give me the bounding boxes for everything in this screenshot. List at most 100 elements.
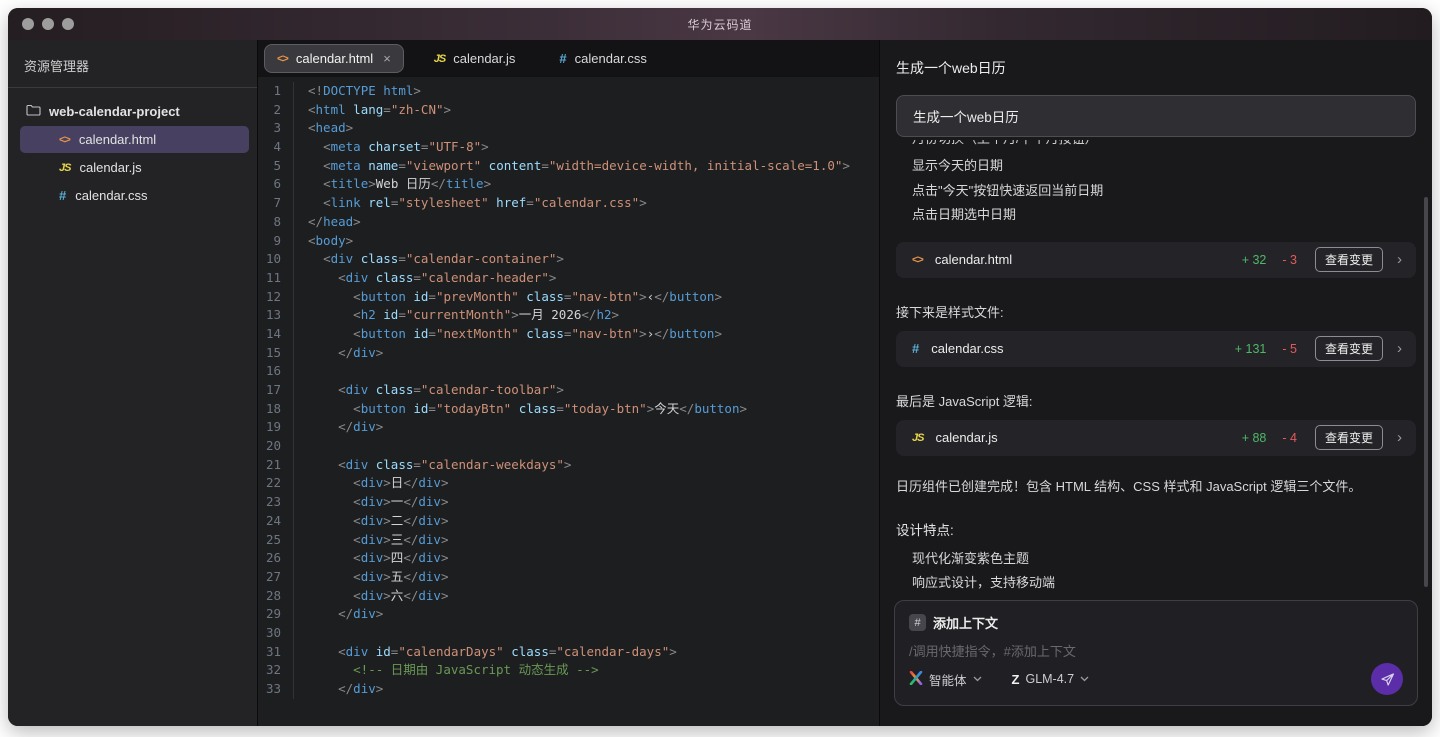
completion-text: 日历组件已创建完成！包含 HTML 结构、CSS 样式和 JavaScript …	[896, 477, 1416, 497]
model-label: GLM-4.7	[1025, 672, 1074, 686]
code-line[interactable]: 24 <div>二</div>	[258, 512, 879, 531]
file-change-card-css[interactable]: # calendar.css + 131 - 5 查看变更 ›	[896, 331, 1416, 367]
view-changes-button[interactable]: 查看变更	[1315, 247, 1383, 272]
code-line[interactable]: 8</head>	[258, 213, 879, 232]
file-name: calendar.js	[79, 160, 141, 175]
html-file-icon: <>	[59, 134, 70, 146]
calendar-feature-list: 显示今天的日期 点击"今天"按钮快速返回当前日期 点击日期选中日期	[896, 154, 1416, 228]
code-line[interactable]: 19 </div>	[258, 418, 879, 437]
chevron-right-icon[interactable]: ›	[1393, 429, 1406, 446]
code-line[interactable]: 2<html lang="zh-CN">	[258, 101, 879, 120]
app-window: 华为云码道 资源管理器 web-calendar-project <> cale…	[8, 8, 1432, 726]
code-line[interactable]: 20	[258, 437, 879, 456]
explorer-title: 资源管理器	[8, 52, 257, 87]
code-line[interactable]: 23 <div>一</div>	[258, 493, 879, 512]
js-file-icon: JS	[59, 162, 70, 174]
code-line[interactable]: 18 <button id="todayBtn" class="today-bt…	[258, 400, 879, 419]
code-line[interactable]: 28 <div>六</div>	[258, 587, 879, 606]
code-line[interactable]: 11 <div class="calendar-header">	[258, 269, 879, 288]
code-line[interactable]: 10 <div class="calendar-container">	[258, 250, 879, 269]
editor-tab-bar: <> calendar.html × JS calendar.js # cale…	[258, 40, 879, 77]
design-features-title: 设计特点:	[896, 519, 1416, 539]
tab-calendar-css[interactable]: # calendar.css	[537, 40, 669, 77]
folder-item-web-calendar-project[interactable]: web-calendar-project	[8, 98, 257, 125]
code-line[interactable]: 13 <h2 id="currentMonth">一月 2026</h2>	[258, 306, 879, 325]
chevron-right-icon[interactable]: ›	[1393, 340, 1406, 357]
close-tab-icon[interactable]: ×	[383, 51, 391, 66]
sidebar-item-calendar-js[interactable]: JS calendar.js	[20, 154, 249, 181]
chat-input[interactable]: /调用快捷指令，#添加上下文	[909, 641, 1403, 663]
html-file-icon: <>	[277, 53, 288, 65]
agent-icon	[909, 671, 923, 688]
code-line[interactable]: 6 <title>Web 日历</title>	[258, 175, 879, 194]
code-line[interactable]: 14 <button id="nextMonth" class="nav-btn…	[258, 325, 879, 344]
tab-label: calendar.html	[296, 51, 373, 66]
chevron-down-icon	[1080, 676, 1089, 682]
add-context-button[interactable]: # 添加上下文	[909, 613, 1403, 632]
clipped-list-item: 月份切换（上个月/下个月按钮）	[896, 140, 1416, 149]
tab-calendar-js[interactable]: JS calendar.js	[412, 40, 538, 77]
lines-added: + 32	[1242, 253, 1267, 267]
code-line[interactable]: 5 <meta name="viewport" content="width=d…	[258, 157, 879, 176]
code-line[interactable]: 7 <link rel="stylesheet" href="calendar.…	[258, 194, 879, 213]
code-line[interactable]: 4 <meta charset="UTF-8">	[258, 138, 879, 157]
code-editor: <> calendar.html × JS calendar.js # cale…	[258, 40, 880, 726]
code-line[interactable]: 27 <div>五</div>	[258, 568, 879, 587]
lines-added: + 131	[1235, 342, 1267, 356]
chat-scrollbar[interactable]	[1424, 197, 1428, 587]
lines-removed: - 5	[1282, 342, 1297, 356]
list-item: 响应式设计，支持移动端	[896, 571, 1416, 596]
add-context-label: 添加上下文	[933, 613, 998, 632]
changed-file-name: calendar.html	[935, 252, 1232, 267]
code-line[interactable]: 17 <div class="calendar-toolbar">	[258, 381, 879, 400]
code-line[interactable]: 22 <div>日</div>	[258, 474, 879, 493]
chat-messages: 生成一个web日历 生成一个web日历 月份切换（上个月/下个月按钮） 显示今天…	[880, 40, 1432, 600]
code-line[interactable]: 32 <!-- 日期由 JavaScript 动态生成 -->	[258, 661, 879, 680]
view-changes-button[interactable]: 查看变更	[1315, 425, 1383, 450]
js-file-icon: JS	[434, 53, 445, 65]
explorer-sidebar: 资源管理器 web-calendar-project <> calendar.h…	[8, 40, 258, 726]
code-line[interactable]: 21 <div class="calendar-weekdays">	[258, 456, 879, 475]
divider	[8, 87, 257, 88]
code-line[interactable]: 30	[258, 624, 879, 643]
design-feature-list: 现代化渐变紫色主题 响应式设计，支持移动端 当前日期高亮显示	[896, 547, 1416, 601]
html-file-icon: <>	[912, 254, 923, 266]
code-lines[interactable]: 1<!DOCTYPE html>2<html lang="zh-CN">3<he…	[258, 77, 879, 726]
code-line[interactable]: 25 <div>三</div>	[258, 531, 879, 550]
changed-file-name: calendar.css	[931, 341, 1225, 356]
sidebar-item-calendar-css[interactable]: # calendar.css	[20, 182, 249, 209]
file-change-card-html[interactable]: <> calendar.html + 32 - 3 查看变更 ›	[896, 242, 1416, 278]
ai-chat-panel: 生成一个web日历 生成一个web日历 月份切换（上个月/下个月按钮） 显示今天…	[880, 40, 1432, 726]
code-line[interactable]: 9<body>	[258, 232, 879, 251]
file-name: calendar.html	[79, 132, 156, 147]
tab-label: calendar.css	[575, 51, 647, 66]
css-file-icon: #	[912, 341, 919, 356]
code-line[interactable]: 33 </div>	[258, 680, 879, 699]
agent-label: 智能体	[929, 670, 967, 689]
view-changes-button[interactable]: 查看变更	[1315, 336, 1383, 361]
code-line[interactable]: 12 <button id="prevMonth" class="nav-btn…	[258, 288, 879, 307]
file-name: calendar.css	[75, 188, 147, 203]
model-selector[interactable]: Z GLM-4.7	[1012, 672, 1090, 687]
agent-selector[interactable]: 智能体	[909, 670, 982, 689]
code-line[interactable]: 3<head>	[258, 119, 879, 138]
css-intro-text: 接下来是样式文件:	[896, 302, 1416, 321]
lines-added: + 88	[1242, 431, 1267, 445]
sidebar-item-calendar-html[interactable]: <> calendar.html	[20, 126, 249, 153]
conversation-title: 生成一个web日历	[896, 58, 1416, 78]
code-line[interactable]: 16	[258, 362, 879, 381]
tab-label: calendar.js	[453, 51, 515, 66]
chevron-right-icon[interactable]: ›	[1393, 251, 1406, 268]
code-line[interactable]: 29 </div>	[258, 605, 879, 624]
code-line[interactable]: 15 </div>	[258, 344, 879, 363]
code-line[interactable]: 31 <div id="calendarDays" class="calenda…	[258, 643, 879, 662]
paper-plane-icon	[1379, 671, 1396, 688]
code-line[interactable]: 26 <div>四</div>	[258, 549, 879, 568]
window-title: 华为云码道	[8, 16, 1432, 33]
js-file-icon: JS	[912, 432, 923, 444]
user-message-bubble: 生成一个web日历	[896, 95, 1416, 137]
file-change-card-js[interactable]: JS calendar.js + 88 - 4 查看变更 ›	[896, 420, 1416, 456]
code-line[interactable]: 1<!DOCTYPE html>	[258, 82, 879, 101]
send-button[interactable]	[1371, 663, 1403, 695]
tab-calendar-html[interactable]: <> calendar.html ×	[264, 44, 404, 73]
